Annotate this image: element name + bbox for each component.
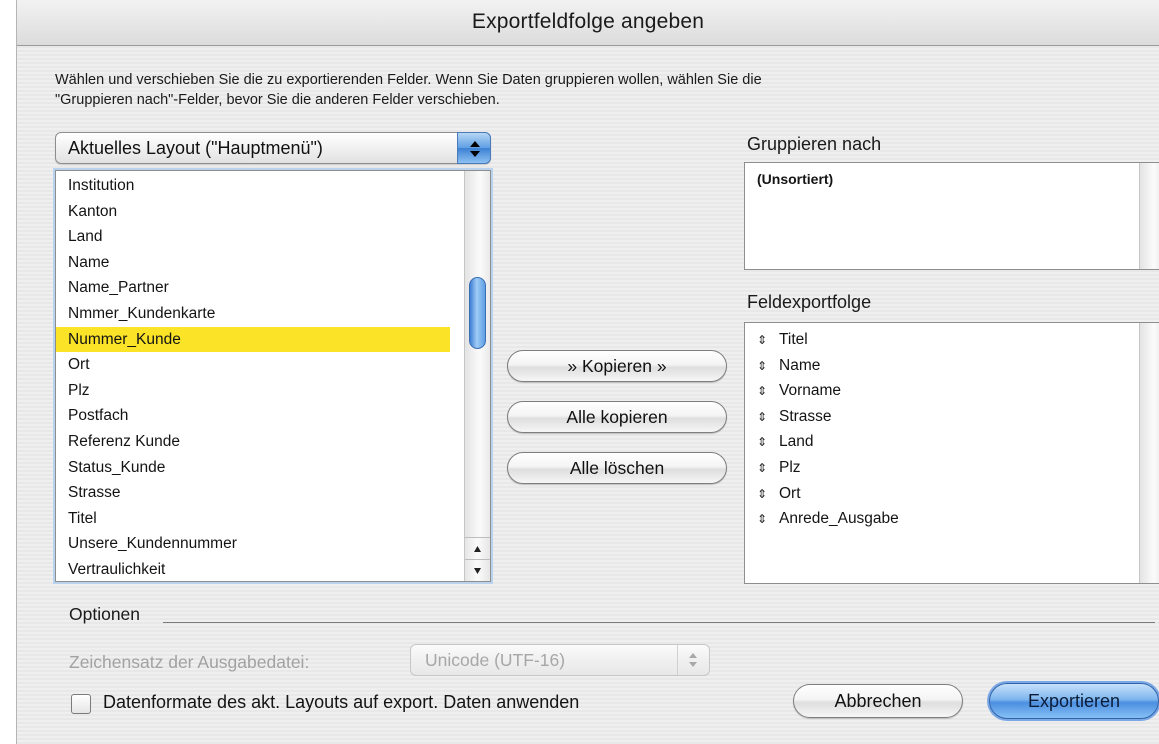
export-button[interactable]: Exportieren (989, 683, 1159, 719)
export-order-list[interactable]: ⇕ Titel ⇕ Name ⇕ Vorname ⇕ Strasse ⇕ Land ⇕ Plz ⇕ Ort… (744, 322, 1159, 584)
group-by-list[interactable]: (Unsortiert) (744, 162, 1159, 270)
export-field-order-dialog: Exportfeldfolge angeben Wählen und versc… (16, 0, 1159, 744)
charset-label: Zeichensatz der Ausgabedatei: (69, 652, 310, 672)
export-order-item[interactable]: ⇕ Strasse (757, 404, 832, 429)
instructions-line-1: Wählen und verschieben Sie die zu export… (55, 72, 762, 88)
layout-popup-value: Aktuelles Layout ("Hauptmenü") (68, 138, 323, 158)
export-order-item-label: Ort (779, 484, 801, 502)
export-order-item[interactable]: ⇕ Ort (757, 481, 801, 506)
list-item[interactable]: Vertraulichkeit (68, 557, 165, 582)
drag-handle-icon[interactable]: ⇕ (757, 430, 779, 455)
list-item[interactable]: Nmmer_Kundenkarte (68, 301, 215, 326)
options-label: Optionen (69, 604, 141, 624)
charset-arrows-icon (677, 645, 709, 675)
export-order-item[interactable]: ⇕ Anrede_Ausgabe (757, 506, 899, 531)
charset-value: Unicode (UTF-16) (425, 650, 566, 670)
apply-formats-label[interactable]: Datenformate des akt. Layouts auf export… (103, 692, 579, 713)
instructions-line-2: "Gruppieren nach"-Felder, bevor Sie die … (55, 92, 500, 108)
export-order-item-label: Land (779, 433, 814, 451)
apply-formats-checkbox[interactable] (71, 694, 91, 714)
export-order-item-label: Anrede_Ausgabe (779, 510, 899, 528)
field-list-scroll-thumb[interactable] (469, 277, 486, 349)
layout-popup[interactable]: Aktuelles Layout ("Hauptmenü") (55, 132, 491, 164)
list-item-selected[interactable]: Nummer_Kunde (56, 326, 450, 352)
drag-handle-icon[interactable]: ⇕ (757, 507, 779, 532)
export-order-label: Feldexportfolge (747, 292, 872, 312)
copy-button[interactable]: » Kopieren » (507, 350, 727, 382)
instructions-text: Wählen und verschieben Sie die zu export… (55, 70, 1115, 110)
group-by-scrollbar[interactable] (1139, 163, 1159, 269)
export-order-item[interactable]: ⇕ Land (757, 429, 813, 454)
list-item[interactable]: Name (68, 250, 109, 275)
group-by-value: (Unsortiert) (757, 171, 834, 187)
list-item[interactable]: Unsere_Kundennummer (68, 531, 237, 556)
drag-handle-icon[interactable]: ⇕ (757, 456, 779, 481)
clear-all-button[interactable]: Alle löschen (507, 452, 727, 484)
drag-handle-icon[interactable]: ⇕ (757, 354, 779, 379)
export-order-item-label: Titel (779, 331, 808, 348)
list-item[interactable]: Plz (68, 378, 90, 403)
list-item[interactable]: Strasse (68, 480, 121, 505)
export-order-item[interactable]: ⇕ Vorname (757, 378, 841, 403)
title-bar: Exportfeldfolge angeben (17, 0, 1159, 46)
list-item[interactable]: Postfach (68, 403, 128, 428)
export-order-item[interactable]: ⇕ Name (757, 353, 820, 378)
list-item[interactable]: Institution (68, 173, 134, 198)
list-item[interactable]: Land (68, 224, 102, 249)
list-item[interactable]: Referenz Kunde (68, 429, 180, 454)
dialog-title: Exportfeldfolge angeben (471, 10, 705, 33)
export-order-item[interactable]: ⇕ Plz (757, 455, 801, 480)
list-item[interactable]: Ort (68, 352, 90, 377)
drag-handle-icon[interactable]: ⇕ (757, 482, 779, 507)
export-order-item[interactable]: ⇕ Titel (757, 327, 808, 352)
list-item[interactable]: Titel (68, 506, 97, 531)
export-order-item-label: Name (779, 356, 821, 374)
export-order-item-label: Strasse (779, 407, 832, 425)
drag-handle-icon[interactable]: ⇕ (757, 379, 779, 404)
export-order-item-label: Plz (779, 459, 801, 476)
group-by-label: Gruppieren nach (747, 134, 882, 154)
charset-popup: Unicode (UTF-16) (410, 644, 710, 676)
field-list-scrollbar[interactable] (464, 171, 490, 581)
background-edge (0, 0, 16, 744)
scroll-up-arrow-icon[interactable] (465, 537, 490, 559)
list-item[interactable]: Kanton (68, 199, 117, 224)
copy-all-button[interactable]: Alle kopieren (507, 401, 727, 433)
cancel-button[interactable]: Abbrechen (793, 684, 963, 718)
drag-handle-icon[interactable]: ⇕ (757, 328, 779, 353)
drag-handle-icon[interactable]: ⇕ (757, 405, 779, 430)
list-item[interactable]: Name_Partner (68, 275, 169, 300)
export-order-item-label: Vorname (779, 382, 842, 400)
scroll-down-arrow-icon[interactable] (465, 559, 490, 581)
export-order-scrollbar[interactable] (1139, 323, 1159, 583)
list-item[interactable]: Status_Kunde (68, 455, 165, 480)
source-field-list[interactable]: Institution Kanton Land Name Name_Partner Nmm… (55, 170, 491, 582)
options-divider (163, 622, 1155, 623)
popup-arrows-icon (457, 132, 491, 164)
